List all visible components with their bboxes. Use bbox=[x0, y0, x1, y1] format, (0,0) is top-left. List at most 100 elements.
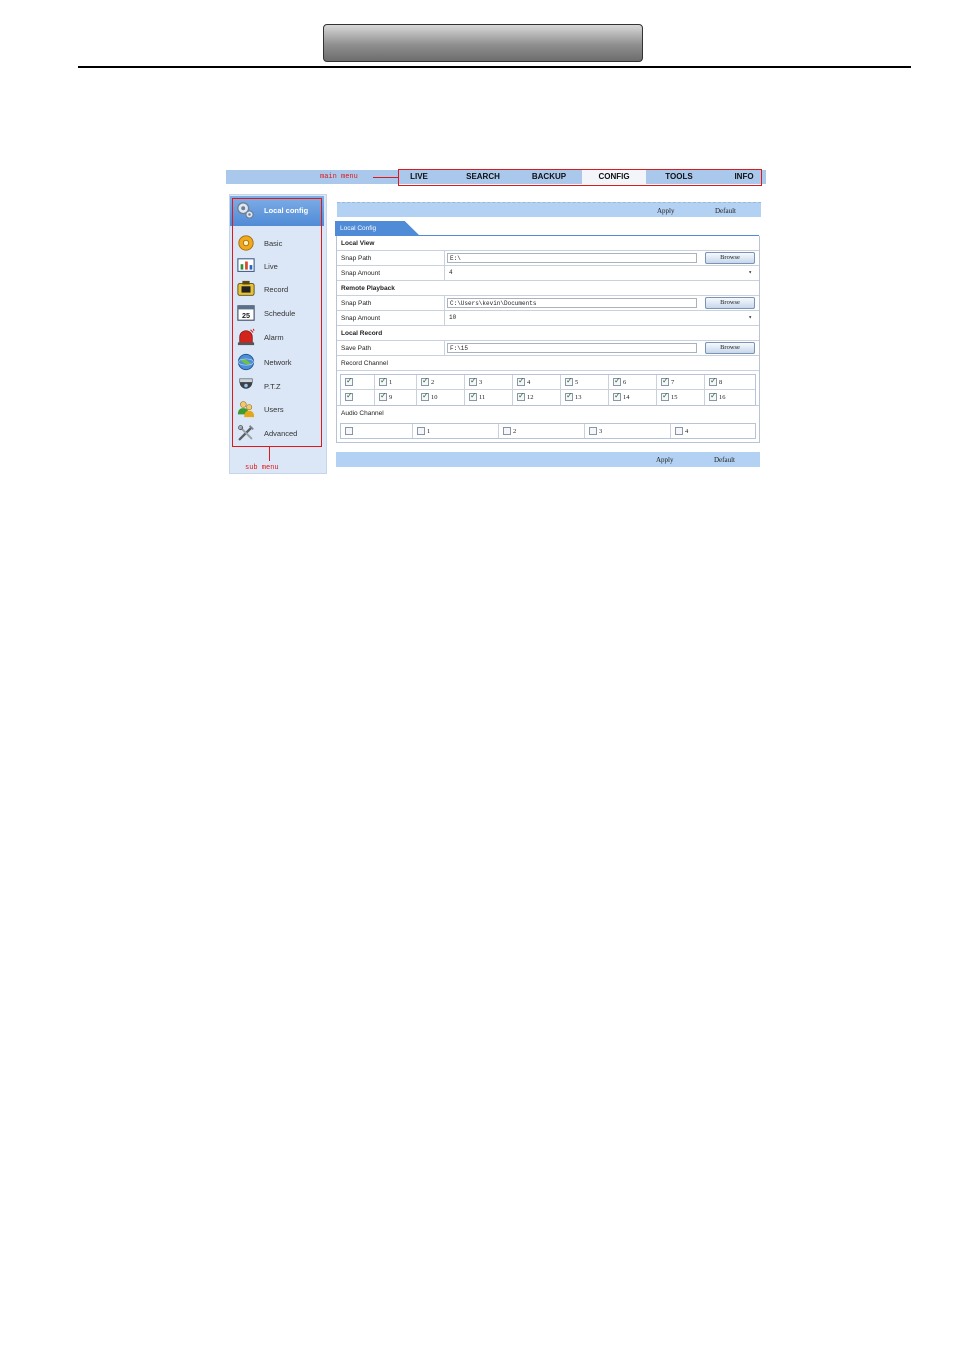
sub-menu-highlight-box bbox=[232, 198, 322, 447]
config-main-panel: Apply Default Local Config Local View Sn… bbox=[334, 194, 766, 474]
record-channel-checkbox[interactable] bbox=[345, 376, 353, 386]
audio-channel-grid-wrap: 1 2 3 4 bbox=[337, 421, 759, 442]
audio-channel-number: 1 bbox=[427, 428, 431, 435]
record-channel-cell: 13 bbox=[561, 390, 609, 405]
remote-snap-path-input[interactable]: C:\Users\kevin\Documents bbox=[447, 298, 697, 308]
remote-snap-path-row: Snap Path C:\Users\kevin\Documents Brows… bbox=[337, 296, 759, 311]
audio-channel-row: Audio Channel bbox=[337, 406, 759, 421]
record-channel-number: 14 bbox=[623, 394, 630, 401]
local-snap-amount-select[interactable]: 4 ▾ bbox=[447, 268, 755, 278]
field-label: Audio Channel bbox=[341, 410, 384, 417]
record-channel-cell: 15 bbox=[657, 390, 705, 405]
record-channel-cell: 2 bbox=[417, 375, 465, 389]
record-channel-number: 1 bbox=[389, 379, 393, 386]
record-channel-checkbox[interactable] bbox=[379, 391, 387, 401]
section-title: Local Record bbox=[341, 330, 383, 337]
audio-channel-grid: 1 2 3 4 bbox=[340, 423, 756, 439]
main-menu-annotation-line bbox=[373, 177, 398, 178]
top-action-bar: Apply Default bbox=[337, 202, 761, 217]
default-button[interactable]: Default bbox=[714, 456, 735, 464]
record-channel-cell: 6 bbox=[609, 375, 657, 389]
audio-channel-cell bbox=[341, 424, 413, 438]
local-snap-amount-row: Snap Amount 4 ▾ bbox=[337, 266, 759, 281]
record-channel-number: 3 bbox=[479, 379, 483, 386]
local-snap-path-input[interactable]: E:\ bbox=[447, 253, 697, 263]
save-path-input[interactable]: F:\15 bbox=[447, 343, 697, 353]
bottom-action-bar: Apply Default bbox=[336, 452, 760, 467]
audio-channel-checkbox[interactable] bbox=[345, 427, 353, 435]
record-channel-checkbox[interactable] bbox=[345, 391, 353, 401]
main-menu-highlight-box bbox=[398, 169, 762, 186]
field-label: Snap Amount bbox=[341, 315, 381, 322]
default-button[interactable]: Default bbox=[715, 207, 736, 215]
record-channel-checkbox[interactable] bbox=[709, 391, 717, 401]
sub-menu-annotation: sub menu bbox=[245, 464, 279, 472]
record-channel-number: 15 bbox=[671, 394, 678, 401]
record-channel-checkbox[interactable] bbox=[613, 391, 621, 401]
remote-snap-amount-select[interactable]: 10 ▾ bbox=[447, 313, 755, 323]
tab-local-config[interactable]: Local Config bbox=[335, 221, 420, 236]
record-channel-checkbox[interactable] bbox=[469, 376, 477, 386]
local-snap-path-browse-button[interactable]: Browse bbox=[705, 252, 755, 264]
record-channel-checkbox[interactable] bbox=[565, 391, 573, 401]
record-channel-cell: 7 bbox=[657, 375, 705, 389]
record-channel-grid: 12345678 910111213141516 bbox=[340, 374, 756, 406]
header-rule bbox=[78, 66, 911, 68]
record-channel-number: 11 bbox=[479, 394, 486, 401]
record-channel-checkbox[interactable] bbox=[613, 376, 621, 386]
remote-snap-path-browse-button[interactable]: Browse bbox=[705, 297, 755, 309]
remote-snap-amount-row: Snap Amount 10 ▾ bbox=[337, 311, 759, 326]
column-divider bbox=[444, 311, 445, 325]
remote-playback-section: Remote Playback bbox=[337, 281, 759, 296]
sub-menu-annotation-line bbox=[269, 447, 270, 461]
audio-channel-checkbox[interactable] bbox=[503, 427, 511, 435]
select-value: 4 bbox=[449, 269, 453, 276]
record-channel-checkbox[interactable] bbox=[469, 391, 477, 401]
record-channel-number: 12 bbox=[527, 394, 534, 401]
record-channel-grid-wrap: 12345678 910111213141516 bbox=[337, 371, 759, 406]
save-path-browse-button[interactable]: Browse bbox=[705, 342, 755, 354]
field-label: Record Channel bbox=[341, 360, 388, 367]
record-channel-cell: 10 bbox=[417, 390, 465, 405]
audio-channel-checkbox[interactable] bbox=[589, 427, 597, 435]
save-path-row: Save Path F:\15 Browse bbox=[337, 341, 759, 356]
main-menu-annotation: main menu bbox=[320, 173, 358, 181]
apply-button[interactable]: Apply bbox=[656, 456, 674, 464]
section-title: Local View bbox=[341, 240, 375, 247]
tab-label: Local Config bbox=[340, 225, 377, 232]
record-channel-checkbox[interactable] bbox=[661, 376, 669, 386]
record-channel-cell: 12 bbox=[513, 390, 561, 405]
record-channel-checkbox[interactable] bbox=[709, 376, 717, 386]
field-label: Snap Path bbox=[341, 255, 372, 262]
column-divider bbox=[444, 266, 445, 280]
record-channel-cell: 8 bbox=[705, 375, 755, 389]
audio-channel-cell: 3 bbox=[585, 424, 671, 438]
record-channel-checkbox[interactable] bbox=[517, 376, 525, 386]
record-channel-cell: 16 bbox=[705, 390, 755, 405]
config-screenshot: LIVE SEARCH BACKUP CONFIG TOOLS INFO mai… bbox=[226, 168, 766, 474]
field-label: Snap Path bbox=[341, 300, 372, 307]
local-view-section: Local View bbox=[337, 236, 759, 251]
record-channel-number: 7 bbox=[671, 379, 675, 386]
column-divider bbox=[444, 296, 445, 310]
record-channel-number: 8 bbox=[719, 379, 723, 386]
record-channel-cell: 5 bbox=[561, 375, 609, 389]
audio-channel-number: 2 bbox=[513, 428, 517, 435]
record-channel-row: Record Channel bbox=[337, 356, 759, 371]
section-title: Remote Playback bbox=[341, 285, 395, 292]
record-channel-checkbox[interactable] bbox=[565, 376, 573, 386]
record-channel-cell: 1 bbox=[375, 375, 417, 389]
audio-channel-cell: 1 bbox=[413, 424, 499, 438]
record-channel-checkbox[interactable] bbox=[421, 391, 429, 401]
record-channel-checkbox[interactable] bbox=[421, 376, 429, 386]
record-channel-cell: 14 bbox=[609, 390, 657, 405]
audio-channel-checkbox[interactable] bbox=[675, 427, 683, 435]
record-channel-checkbox[interactable] bbox=[661, 391, 669, 401]
record-channel-checkbox[interactable] bbox=[379, 376, 387, 386]
apply-button[interactable]: Apply bbox=[657, 207, 675, 215]
audio-channel-checkbox[interactable] bbox=[417, 427, 425, 435]
record-channel-checkbox[interactable] bbox=[517, 391, 525, 401]
record-channel-row-2: 9 10 11 12 13 14 15 16 bbox=[341, 390, 755, 405]
record-channel-cell: 4 bbox=[513, 375, 561, 389]
record-channel-row-1: 1 2 3 4 5 6 7 8 bbox=[341, 375, 755, 390]
